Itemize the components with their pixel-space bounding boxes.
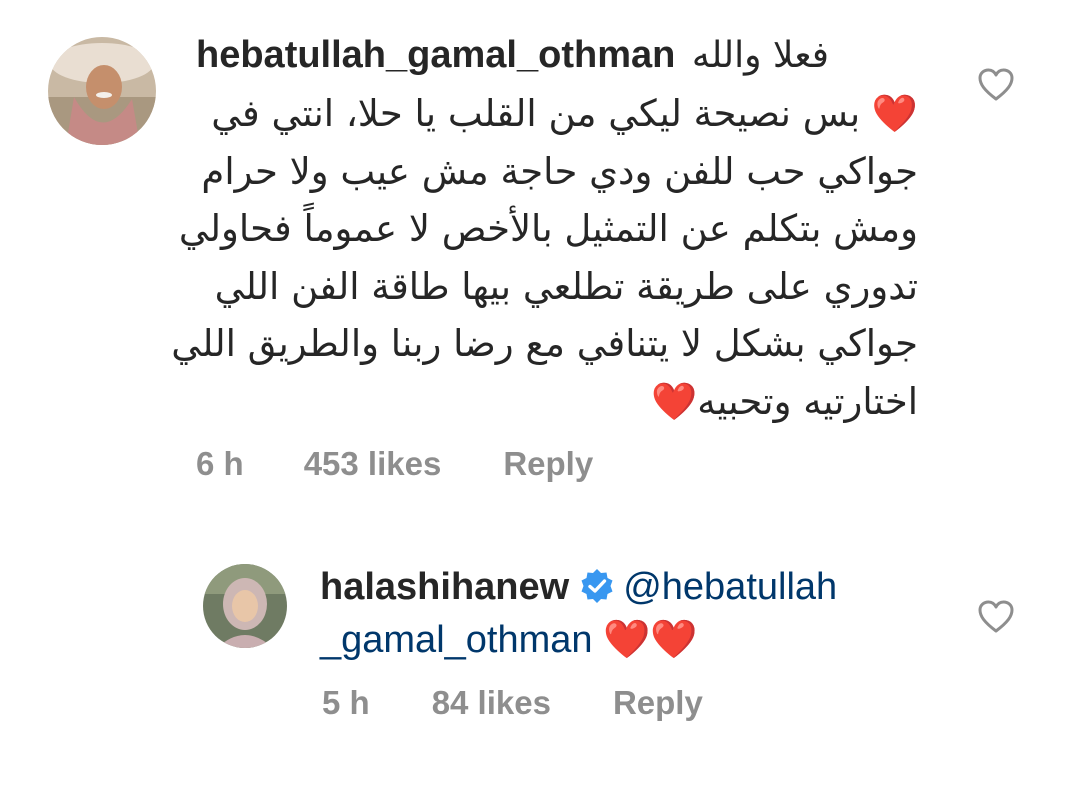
comment-text-first: فعلا والله: [691, 35, 829, 76]
comment-username[interactable]: hebatullah_gamal_othman: [196, 34, 675, 76]
comment-line: تدوري على طريقة تطلعي بيها طاقة الفن الل…: [214, 264, 918, 308]
reply-button[interactable]: Reply: [503, 445, 593, 483]
comment-line: جواكي بشكل لا يتنافي مع رضا ربنا والطريق…: [171, 322, 918, 365]
comment-time: 6 h: [196, 445, 244, 482]
comment-line: اختارتيه وتحبيه❤️: [651, 379, 918, 423]
avatar-photo: [48, 37, 156, 145]
reply-button[interactable]: Reply: [613, 684, 703, 722]
heart-outline-icon[interactable]: [978, 600, 1014, 634]
avatar[interactable]: [203, 564, 287, 648]
comment-likes[interactable]: 84 likes: [432, 684, 551, 722]
comment-username[interactable]: halashihanew: [320, 566, 569, 608]
avatar-photo: [203, 564, 287, 648]
comment-meta: 6 h 453 likes Reply: [196, 445, 593, 483]
comment-time: 5 h: [322, 684, 370, 721]
comments-thread: hebatullah_gamal_othman فعلا والله ❤️ بس…: [0, 0, 1080, 793]
comment-meta: 5 h 84 likes Reply: [322, 684, 703, 722]
verified-badge-icon: [579, 568, 615, 604]
reply-line-2: _gamal_othman ❤️❤️: [320, 618, 698, 662]
comment-header: hebatullah_gamal_othman فعلا والله: [196, 34, 829, 77]
heart-outline-icon[interactable]: [978, 68, 1014, 102]
reply-line-1: halashihanew @hebatullah: [320, 566, 837, 609]
comment-likes[interactable]: 453 likes: [304, 445, 442, 483]
mention-link[interactable]: _gamal_othman: [320, 619, 593, 661]
heart-emoji: ❤️❤️: [603, 619, 698, 661]
avatar[interactable]: [48, 37, 156, 145]
mention-link[interactable]: @hebatullah: [623, 566, 837, 608]
comment-line: جواكي حب للفن ودي حاجة مش عيب ولا حرام: [201, 149, 918, 193]
comment-line: ومش بتكلم عن التمثيل بالأخص لا عموماً فح…: [178, 207, 918, 250]
comment-line: ❤️ بس نصيحة ليكي من القلب يا حلا، انتي ف…: [211, 92, 918, 135]
comment-body: ❤️ بس نصيحة ليكي من القلب يا حلا، انتي ف…: [171, 85, 918, 430]
